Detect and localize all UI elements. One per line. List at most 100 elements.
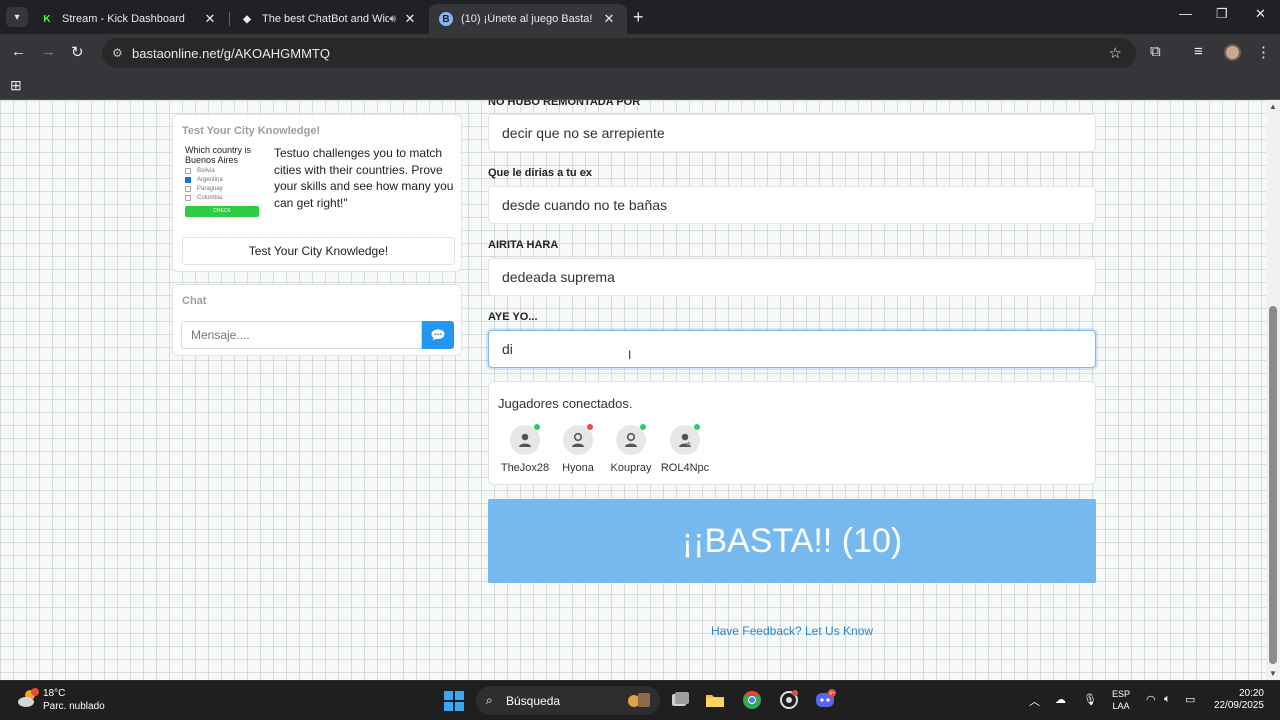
language-code: ESP <box>1112 689 1131 699</box>
chat-heading: Chat <box>182 295 207 307</box>
tab-search-button[interactable]: ▾ <box>6 7 28 27</box>
player-item: TheJox28 <box>495 424 555 474</box>
file-explorer-icon[interactable] <box>704 689 726 711</box>
quiz-preview-image[interactable]: Which country is Buenos Aires Bolivia Ar… <box>185 145 263 227</box>
speaker-icon[interactable]: 🔊︎ <box>389 13 396 26</box>
user-avatar-icon <box>563 424 593 455</box>
checkbox-icon <box>185 168 191 174</box>
profile-avatar[interactable] <box>1224 44 1241 61</box>
field-label: AYE YO... <box>488 311 538 323</box>
language-indicator[interactable]: ESP LAA <box>1112 688 1130 712</box>
address-bar[interactable]: ⚙ bastaonline.net/g/AKOAHGMMTQ ☆ <box>102 38 1136 68</box>
players-card: Jugadores conectados. TheJox28 Hyona Kou… <box>488 381 1096 485</box>
chat-card: Chat <box>172 284 462 356</box>
wifi-icon[interactable]: ◠ <box>1146 693 1156 706</box>
close-icon[interactable]: ✕ <box>202 11 218 27</box>
windows-start-icon[interactable] <box>444 691 464 711</box>
tab-kick-dashboard[interactable]: K Stream - Kick Dashboard ✕ <box>30 4 228 34</box>
new-tab-icon[interactable]: + <box>633 7 644 28</box>
battery-icon[interactable]: ▭ <box>1185 693 1195 706</box>
quiz-option: Colombia <box>185 195 263 201</box>
tab-title: Stream - Kick Dashboard <box>62 13 185 25</box>
quiz-check-button: CHECK <box>185 206 259 217</box>
search-highlight-icon <box>628 693 650 707</box>
test-city-knowledge-button[interactable]: Test Your City Knowledge! <box>182 237 455 265</box>
checkbox-checked-icon <box>185 177 191 183</box>
reload-icon[interactable]: ↻ <box>71 43 84 61</box>
minimize-icon[interactable]: — <box>1179 6 1192 21</box>
status-away-dot <box>587 424 593 430</box>
status-online-dot <box>694 424 700 430</box>
weather-cloudy-icon[interactable] <box>16 687 40 711</box>
browser-toolbar: ← → ↻ ⚙ bastaonline.net/g/AKOAHGMMTQ ☆ ⧉… <box>0 34 1280 72</box>
answer-input[interactable] <box>488 186 1096 224</box>
tab-chatbot[interactable]: ◆ The best ChatBot and Widg 🔊︎ ✕ <box>230 4 428 34</box>
field-label: NO HUBO REMONTADA POR <box>488 100 641 108</box>
chat-message-input[interactable] <box>181 321 422 349</box>
bookmark-star-icon[interactable]: ☆ <box>1109 44 1122 62</box>
status-online-dot <box>534 424 540 430</box>
players-title: Jugadores conectados. <box>498 396 633 411</box>
settings-gear-icon[interactable] <box>778 689 800 711</box>
scroll-up-icon[interactable]: ▲ <box>1269 102 1277 111</box>
checkbox-icon <box>185 186 191 192</box>
volume-icon[interactable]: 🔈︎ <box>1164 693 1171 706</box>
microphone-icon[interactable]: 🎙︎ <box>1083 693 1097 706</box>
text-cursor-icon: I <box>628 348 632 362</box>
discord-icon[interactable]: 9+ <box>814 689 836 711</box>
basta-button[interactable]: ¡¡BASTA!! (10) <box>488 499 1096 583</box>
clock-date: 22/09/2025 <box>1213 700 1264 711</box>
checkbox-icon <box>185 195 191 201</box>
taskbar-search[interactable]: ⌕ Búsqueda <box>476 686 660 715</box>
page-viewport: Test Your City Knowledge! Which country … <box>0 100 1266 680</box>
answer-input[interactable] <box>488 114 1096 152</box>
clock-time: 20:20 <box>1238 688 1264 699</box>
user-avatar-icon <box>616 424 646 455</box>
back-icon[interactable]: ← <box>11 43 26 60</box>
chrome-icon[interactable] <box>741 689 763 711</box>
url-text: bastaonline.net/g/AKOAHGMMTQ <box>132 45 330 61</box>
tray-chevron-icon[interactable]: ︿ <box>1029 693 1040 709</box>
kick-icon: K <box>43 13 51 25</box>
onedrive-icon[interactable]: ☁ <box>1055 693 1066 706</box>
tab-bar: ▾ K Stream - Kick Dashboard ✕ ◆ The best… <box>0 0 1280 34</box>
player-name: TheJox28 <box>500 462 550 474</box>
tab-basta[interactable]: B (10) ¡Únete al juego Basta! ✕ <box>429 4 627 34</box>
ad-heading: Test Your City Knowledge! <box>182 125 321 137</box>
scrollbar-thumb[interactable] <box>1269 306 1277 664</box>
windows-taskbar: 18°C Parc. nublado ⌕ Búsqueda 9+ ︿ ☁ 🎙︎ … <box>0 680 1280 720</box>
answer-input-active[interactable] <box>488 330 1096 368</box>
player-name: Koupray <box>610 462 652 474</box>
task-view-icon[interactable] <box>669 689 691 711</box>
forward-icon[interactable]: → <box>41 43 56 60</box>
site-info-icon[interactable]: ⚙ <box>112 46 128 60</box>
player-item: Koupray <box>601 424 661 474</box>
field-label: Que le dirias a tu ex <box>488 167 592 179</box>
close-icon[interactable]: ✕ <box>601 11 617 27</box>
apps-grid-icon[interactable]: ⊞ <box>10 77 22 94</box>
keyboard-layout: LAA <box>1112 701 1130 711</box>
status-online-dot <box>640 424 646 430</box>
feedback-link[interactable]: Have Feedback? Let Us Know <box>488 624 1096 638</box>
close-window-icon[interactable]: ✕ <box>1255 6 1266 22</box>
page-scrollbar[interactable]: ▲ ▼ <box>1266 100 1280 680</box>
discord-badge: 9+ <box>829 691 835 696</box>
menu-icon[interactable]: ⋮ <box>1256 43 1271 61</box>
tab-title: (10) ¡Únete al juego Basta! <box>461 13 593 25</box>
weather-temperature: 18°C <box>43 688 66 699</box>
answer-input[interactable] <box>488 258 1096 296</box>
bookmarks-bar: ⊞ <box>0 72 1280 100</box>
chat-send-button[interactable] <box>422 321 454 349</box>
extensions-icon[interactable]: ⧉ <box>1150 43 1161 60</box>
player-item: ROL4Npc <box>655 424 715 474</box>
media-controls-icon[interactable]: ≡ <box>1194 43 1203 60</box>
system-clock[interactable]: 20:20 22/09/2025 <box>1212 688 1264 712</box>
scroll-down-icon[interactable]: ▼ <box>1269 669 1277 678</box>
tab-title: The best ChatBot and Widg <box>262 13 390 25</box>
maximize-icon[interactable]: ❐ <box>1216 6 1228 22</box>
player-item: Hyona <box>548 424 608 474</box>
close-icon[interactable]: ✕ <box>402 11 418 27</box>
speech-bubble-icon <box>431 329 445 341</box>
quiz-option: Bolivia <box>185 168 263 174</box>
ad-card: Test Your City Knowledge! Which country … <box>172 114 462 272</box>
